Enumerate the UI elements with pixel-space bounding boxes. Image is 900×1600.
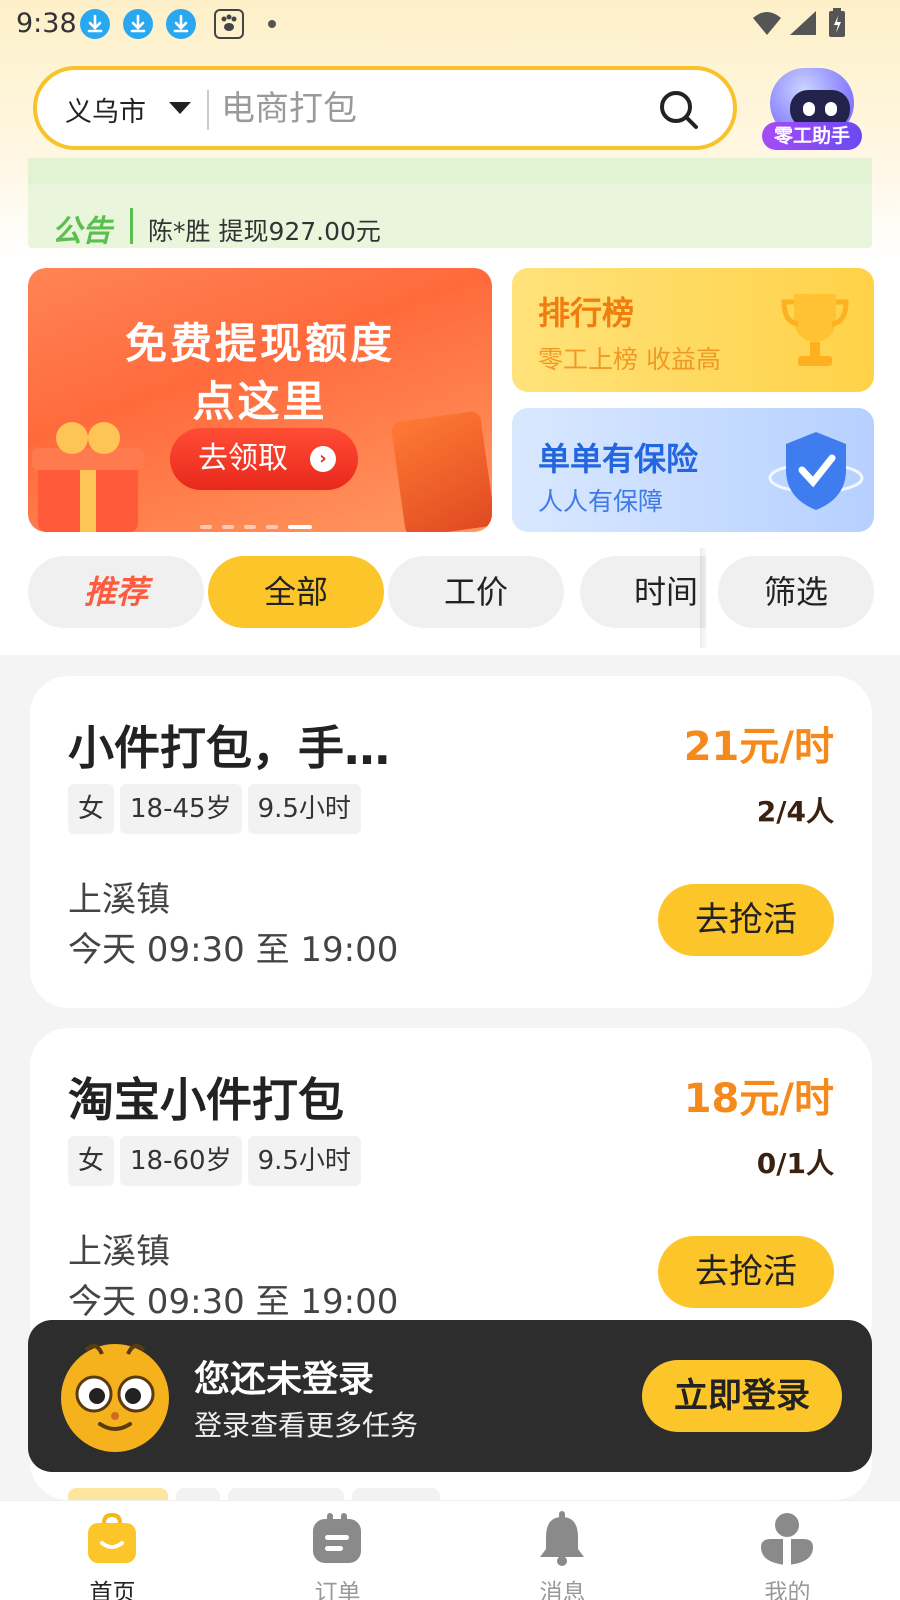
job-tag-partial [228, 1488, 344, 1500]
status-time: 9:38 [16, 8, 77, 39]
notice-bar[interactable]: 公告 陈*胜 提现927.00元 [28, 158, 872, 249]
search-input[interactable] [221, 82, 641, 136]
nav-item-profile[interactable]: 我的 [675, 1501, 900, 1600]
notice-tag: 公告 [52, 214, 112, 249]
banner-dot [222, 525, 234, 529]
tab-time[interactable]: 时间 [580, 556, 706, 628]
order-icon [313, 1513, 361, 1563]
bell-icon [540, 1511, 584, 1566]
ranking-card[interactable]: 排行榜 零工上榜 收益高 [512, 268, 874, 392]
tab-wage[interactable]: 工价 [388, 556, 564, 628]
banner-title-line1: 免费提现额度 [124, 319, 395, 368]
tab-recommend[interactable]: 推荐 [28, 556, 204, 628]
insurance-title: 单单有保险 [538, 440, 699, 478]
job-card[interactable]: 小件打包，手… 21元/时 女 18-45岁 9.5小时 2/4人 上溪镇 今天 0… [30, 676, 872, 1008]
insurance-subtitle: 人人有保障 [538, 487, 664, 516]
job-price: 21元/时 [683, 724, 834, 770]
home-bag-icon [88, 1512, 136, 1563]
shield-icon [768, 432, 864, 510]
download-icon [80, 9, 110, 39]
job-tags: 女 18-45岁 9.5小时 [68, 784, 367, 834]
city-selector[interactable]: 义乌市 [65, 90, 146, 129]
battery-icon [828, 8, 846, 42]
nav-label-home: 首页 [89, 1580, 136, 1600]
banner-dot [200, 525, 212, 529]
claim-button[interactable]: 去领取 › [170, 428, 358, 490]
login-title: 您还未登录 [194, 1359, 375, 1400]
filter-tabs: 推荐 全部 工价 时间 筛选 [0, 548, 900, 648]
job-tag-partial [68, 1488, 168, 1500]
job-time: 今天 09:30 至 19:00 [68, 930, 399, 970]
notice-divider [130, 208, 133, 244]
person-icon [761, 1513, 813, 1565]
red-envelope-icon [390, 410, 492, 532]
ant-mascot-icon [61, 1343, 169, 1452]
job-location: 上溪镇 [68, 1232, 170, 1272]
job-tag-duration: 9.5小时 [247, 784, 361, 834]
banner-pagination [200, 514, 322, 529]
job-title: 小件打包，手… [68, 721, 390, 775]
nav-label-messages: 消息 [539, 1580, 586, 1600]
assistant-label: 零工助手 [762, 122, 862, 150]
bottom-nav: 首页 订单 消息 我的 [0, 1500, 900, 1600]
filter-button[interactable]: 筛选 [718, 556, 874, 628]
login-subtitle: 登录查看更多任务 [194, 1409, 419, 1442]
ranking-subtitle: 零工上榜 收益高 [538, 345, 721, 374]
search-bar[interactable]: 义乌市 [33, 66, 737, 150]
signal-icon [788, 10, 818, 40]
assistant-button[interactable]: 零工助手 [762, 64, 862, 152]
nav-item-orders[interactable]: 订单 [225, 1501, 450, 1600]
notice-strip [28, 158, 872, 184]
banner-dot-active [288, 525, 312, 529]
job-tag-age: 18-60岁 [120, 1136, 242, 1186]
paw-icon [214, 9, 244, 39]
grab-job-button[interactable]: 去抢活 [658, 1236, 834, 1308]
promo-banner[interactable]: 免费提现额度 点这里 去领取 › [28, 268, 492, 532]
job-tags: 女 18-60岁 9.5小时 [68, 1136, 367, 1186]
wifi-icon [752, 10, 782, 40]
search-divider [207, 90, 209, 130]
job-tag-gender: 女 [68, 784, 115, 834]
job-location: 上溪镇 [68, 880, 170, 920]
insurance-card[interactable]: 单单有保险 人人有保障 [512, 408, 874, 532]
job-title: 淘宝小件打包 [68, 1073, 344, 1127]
chevron-down-icon[interactable] [169, 102, 191, 114]
banner-dot [266, 525, 278, 529]
robot-eye [825, 102, 837, 116]
claim-button-label: 去领取 [198, 441, 288, 476]
nav-item-messages[interactable]: 消息 [450, 1501, 675, 1600]
job-card[interactable]: 淘宝小件打包 18元/时 女 18-60岁 9.5小时 0/1人 上溪镇 今天 09… [30, 1028, 872, 1360]
gift-icon [32, 422, 144, 532]
banner-dot [244, 525, 256, 529]
tab-all[interactable]: 全部 [208, 556, 384, 628]
filter-fade [700, 548, 708, 648]
robot-eye [803, 102, 815, 116]
ranking-title: 排行榜 [538, 294, 635, 332]
job-tag-duration: 9.5小时 [247, 1136, 361, 1186]
nav-label-orders: 订单 [314, 1580, 361, 1600]
nav-item-home[interactable]: 首页 [0, 1501, 225, 1600]
job-time: 今天 09:30 至 19:00 [68, 1282, 399, 1322]
notice-text: 陈*胜 提现927.00元 [148, 217, 381, 246]
job-tag-partial [176, 1488, 220, 1500]
nav-label-profile: 我的 [764, 1580, 811, 1600]
search-icon[interactable] [657, 88, 701, 136]
job-tag-partial [352, 1488, 440, 1500]
download-icon [166, 9, 196, 39]
arrow-right-icon: › [310, 446, 336, 472]
status-bar: 9:38 [0, 0, 900, 48]
job-tag-gender: 女 [68, 1136, 115, 1186]
grab-job-button[interactable]: 去抢活 [658, 884, 834, 956]
job-price: 18元/时 [683, 1076, 834, 1122]
notification-dot [268, 20, 276, 28]
job-headcount: 2/4人 [756, 795, 834, 828]
login-prompt: 您还未登录 登录查看更多任务 立即登录 [28, 1320, 872, 1472]
job-tag-age: 18-45岁 [120, 784, 242, 834]
trophy-icon [781, 294, 849, 366]
login-button[interactable]: 立即登录 [642, 1360, 842, 1432]
job-headcount: 0/1人 [756, 1147, 834, 1180]
download-icon [123, 9, 153, 39]
